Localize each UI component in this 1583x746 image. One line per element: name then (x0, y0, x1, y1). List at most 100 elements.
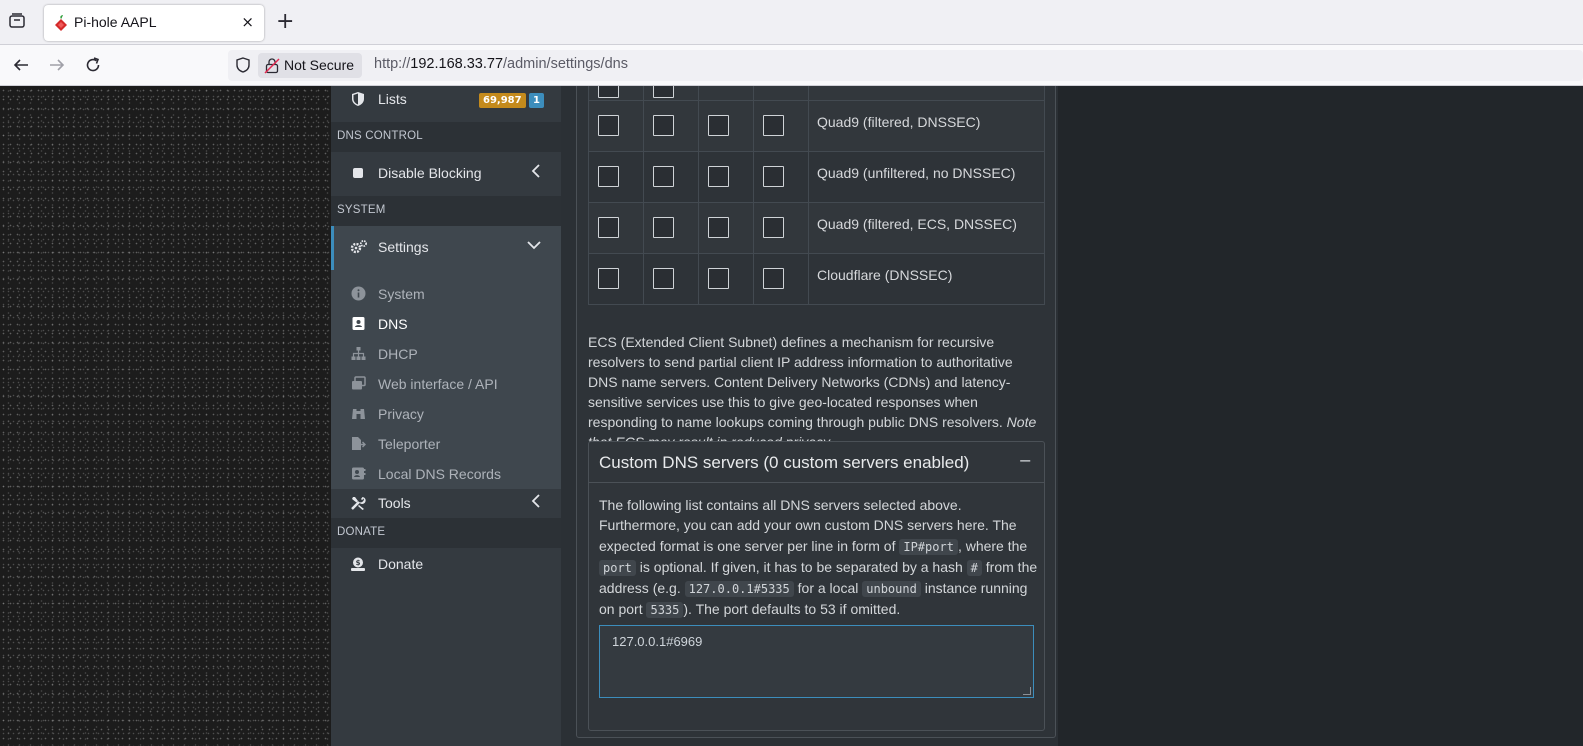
table-cell (643, 86, 699, 101)
back-arrow-icon[interactable] (9, 53, 33, 77)
ipv6-2-checkbox[interactable] (763, 268, 784, 289)
tab-title: Pi-hole AAPL (74, 14, 157, 30)
ipv6-1-checkbox[interactable] (708, 268, 729, 289)
ipv4-2-checkbox[interactable] (653, 268, 674, 289)
server-name: Quad9 (unfiltered, no DNSSEC) (808, 151, 1045, 203)
table-row: Quad9 (unfiltered, no DNSSEC) (588, 151, 1045, 203)
chevron-left-icon (531, 164, 541, 181)
url-bar[interactable]: Not Secure http://192.168.33.77/admin/se… (228, 50, 1583, 81)
sidebar-item-label: Donate (378, 556, 424, 572)
sitemap-icon (351, 346, 366, 361)
ipv4-1-checkbox[interactable] (598, 86, 619, 98)
tools-icon (350, 495, 366, 511)
background-texture (0, 86, 331, 746)
sidebar-item-label: System (378, 286, 425, 302)
sidebar-header-system: SYSTEM (331, 196, 561, 226)
ipv6-1-checkbox[interactable] (708, 217, 729, 238)
table-cell (753, 100, 809, 152)
ipv4-2-checkbox[interactable] (653, 166, 674, 187)
ipv6-2-checkbox[interactable] (763, 217, 784, 238)
table-cell (698, 253, 754, 305)
reload-icon[interactable] (81, 53, 105, 77)
donate-coin-icon: $ (350, 556, 366, 572)
table-cell (643, 253, 699, 305)
textarea-value: 127.0.0.1#6969 (612, 634, 703, 649)
ecs-text: ECS (Extended Client Subnet) defines a m… (588, 334, 1013, 430)
window-restore-icon (351, 376, 366, 391)
lists-count-badge: 69,987 (479, 93, 526, 108)
ipv4-2-checkbox[interactable] (653, 86, 674, 98)
table-cell (588, 100, 644, 152)
table-cell (753, 86, 809, 101)
table-cell (698, 202, 754, 254)
sidebar-item-settings[interactable]: Settings (331, 226, 561, 270)
address-card-icon (351, 466, 366, 481)
new-tab-icon[interactable]: + (276, 10, 294, 34)
tab-overview-icon[interactable] (7, 12, 27, 32)
ipv4-1-checkbox[interactable] (598, 115, 619, 136)
not-secure-badge[interactable]: Not Secure (258, 53, 363, 78)
custom-dns-description: The following list contains all DNS serv… (599, 495, 1039, 621)
custom-dns-textarea[interactable]: 127.0.0.1#6969 (599, 625, 1034, 698)
url-path: /admin/settings/dns (503, 56, 628, 72)
server-name: Cloudflare (DNSSEC) (808, 253, 1045, 305)
ipv4-1-checkbox[interactable] (598, 217, 619, 238)
info-circle-icon (351, 286, 366, 301)
code-snippet: unbound (862, 581, 921, 598)
ipv6-1-checkbox[interactable] (708, 115, 729, 136)
browser-tab[interactable]: Pi-hole AAPL × (44, 5, 264, 41)
sidebar-header-dns-control: DNS CONTROL (331, 122, 561, 152)
sidebar-item-disable-blocking[interactable]: Disable Blocking (331, 152, 561, 196)
ipv4-2-checkbox[interactable] (653, 217, 674, 238)
table-cell (698, 86, 754, 101)
sidebar-item-dhcp[interactable]: DHCP (331, 339, 561, 369)
code-snippet: IP#port (899, 538, 958, 555)
table-cell (643, 100, 699, 152)
code-snippet: # (966, 559, 982, 576)
table-cell (588, 86, 644, 101)
table-cell (698, 100, 754, 152)
gears-icon (350, 239, 367, 255)
ipv6-1-checkbox[interactable] (708, 166, 729, 187)
ipv4-2-checkbox[interactable] (653, 115, 674, 136)
table-cell (588, 202, 644, 254)
sidebar-item-label: DNS (378, 316, 408, 332)
ipv4-1-checkbox[interactable] (598, 166, 619, 187)
table-row: Quad9 (filtered, ECS, DNSSEC) (588, 202, 1045, 254)
sidebar-item-privacy[interactable]: Privacy (331, 399, 561, 429)
collapse-button[interactable]: − (1019, 451, 1032, 470)
forward-arrow-icon[interactable] (45, 53, 69, 77)
page-viewport: Lists 69,987 1 DNS CONTROL Disable Block… (0, 86, 1583, 746)
resize-handle[interactable] (1023, 687, 1031, 695)
sidebar-item-dns[interactable]: DNS (331, 309, 561, 339)
ipv4-1-checkbox[interactable] (598, 268, 619, 289)
sidebar-item-label: Disable Blocking (378, 165, 482, 181)
table-cell (588, 151, 644, 203)
desc-text: is optional. If given, it has to be sepa… (635, 558, 967, 575)
desc-text: , where the (957, 537, 1028, 554)
sidebar-item-label: Local DNS Records (378, 466, 501, 482)
table-cell (753, 253, 809, 305)
url-host: 192.168.33.77 (410, 56, 504, 72)
stop-square-icon (350, 165, 366, 181)
shield-icon (350, 91, 366, 107)
sidebar-header-label: DONATE (337, 526, 386, 538)
table-row (588, 86, 1045, 101)
sidebar-item-label: Privacy (378, 406, 424, 422)
custom-dns-header: Custom DNS servers (0 custom servers ena… (589, 442, 1044, 483)
sidebar-item-lists[interactable]: Lists 69,987 1 (331, 86, 561, 122)
sidebar-item-web-interface[interactable]: Web interface / API (331, 369, 561, 399)
table-cell (753, 202, 809, 254)
tracking-shield-icon[interactable] (234, 56, 252, 74)
ipv6-2-checkbox[interactable] (763, 115, 784, 136)
sidebar-header-label: DNS CONTROL (337, 130, 423, 142)
sidebar-item-donate[interactable]: $ Donate (331, 543, 561, 587)
sidebar-item-system[interactable]: System (331, 279, 561, 309)
chevron-left-icon (531, 494, 541, 511)
file-export-icon (351, 436, 366, 451)
sidebar-item-teleporter[interactable]: Teleporter (331, 429, 561, 459)
url-text[interactable]: http://192.168.33.77/admin/settings/dns (374, 56, 628, 72)
tab-close-icon[interactable]: × (241, 13, 254, 31)
ipv6-2-checkbox[interactable] (763, 166, 784, 187)
sidebar-item-label: Web interface / API (378, 376, 498, 392)
